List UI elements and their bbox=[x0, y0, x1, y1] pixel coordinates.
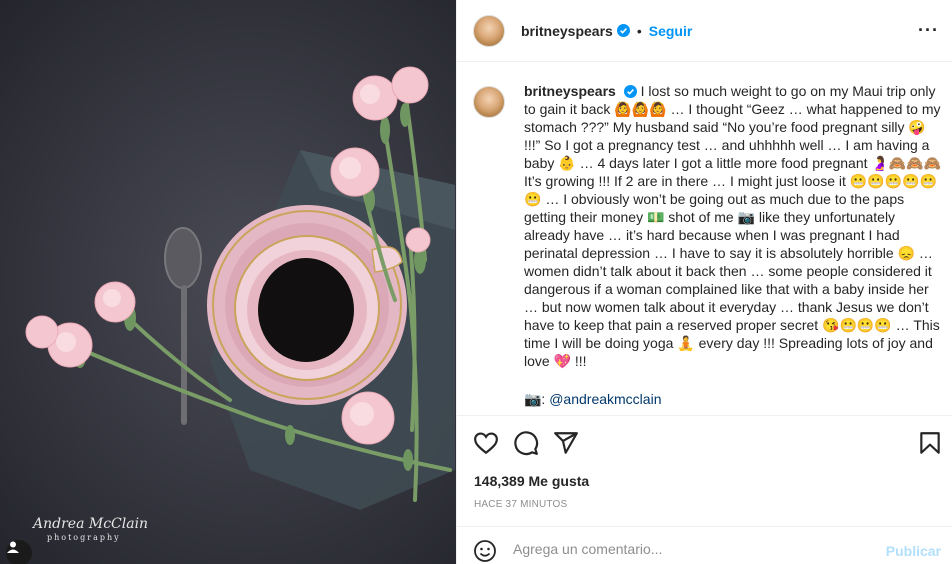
likes-label: Me gusta bbox=[528, 473, 590, 489]
caption-username[interactable]: britneyspears bbox=[524, 83, 616, 99]
comment-input[interactable] bbox=[513, 541, 863, 557]
likes-number: 148,389 bbox=[474, 473, 525, 489]
verified-badge-icon bbox=[616, 24, 630, 37]
separator-dot: • bbox=[636, 22, 642, 39]
post-timestamp[interactable]: HACE 37 MINUTOS bbox=[474, 499, 567, 510]
post-caption: britneyspears I lost so much weight to g… bbox=[473, 82, 943, 408]
photo-watermark: Andrea McClain photography bbox=[33, 517, 148, 545]
username[interactable]: britneyspears bbox=[521, 23, 613, 39]
watermark-name: Andrea McClain bbox=[33, 516, 149, 532]
send-icon[interactable] bbox=[553, 430, 579, 456]
publish-button[interactable]: Publicar bbox=[886, 543, 941, 559]
action-bar bbox=[473, 430, 943, 456]
post-side-panel: britneyspears • Seguir ··· britneyspears… bbox=[456, 0, 952, 564]
follow-button[interactable]: Seguir bbox=[649, 23, 693, 39]
caption-avatar[interactable] bbox=[473, 86, 505, 118]
smiley-icon[interactable] bbox=[473, 539, 497, 563]
avatar[interactable] bbox=[473, 14, 505, 47]
post-header: britneyspears • Seguir ··· bbox=[457, 0, 952, 62]
divider bbox=[457, 415, 952, 416]
verified-badge-icon bbox=[623, 85, 637, 98]
photo-credit: 📷: @andreakmcclain bbox=[524, 390, 943, 408]
coffee-flowers-illustration bbox=[25, 66, 455, 510]
heart-icon[interactable] bbox=[473, 430, 499, 456]
caption-text-block: britneyspears I lost so much weight to g… bbox=[524, 82, 944, 370]
camera-icon: 📷: bbox=[524, 391, 546, 407]
comment-bar: Publicar bbox=[457, 527, 952, 564]
caption-text: I lost so much weight to go on my Maui t… bbox=[524, 83, 942, 369]
credit-handle-link[interactable]: @andreakmcclain bbox=[549, 391, 661, 407]
likes-count[interactable]: 148,389 Me gusta bbox=[474, 473, 589, 489]
comment-icon[interactable] bbox=[513, 430, 539, 456]
watermark-sub: photography bbox=[47, 533, 121, 542]
bookmark-icon[interactable] bbox=[917, 430, 943, 456]
user-tag-icon[interactable] bbox=[6, 540, 32, 564]
more-options-button[interactable]: ··· bbox=[918, 20, 939, 41]
post-photo[interactable]: Andrea McClain photography bbox=[0, 0, 456, 564]
